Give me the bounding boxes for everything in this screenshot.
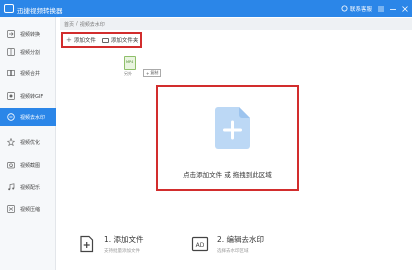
step-title: 2. 编辑去水印 — [217, 235, 265, 244]
optimize-icon — [7, 138, 15, 146]
video-convert-icon — [7, 30, 15, 38]
sidebar-item-video-music[interactable]: 视频配乐 — [0, 178, 56, 196]
folder-icon — [101, 37, 109, 43]
plus-icon: + — [66, 36, 72, 44]
file-drop-zone[interactable]: 点击添加文件 或 拖拽到此区域 — [156, 85, 299, 191]
drop-zone-text: 点击添加文件 或 拖拽到此区域 — [183, 171, 272, 179]
step-add-file: 1. 添加文件 支持批量添加文件 — [78, 233, 144, 255]
step-title: 1. 添加文件 — [104, 235, 144, 244]
sidebar-item-label: 视频截图 — [20, 162, 41, 169]
sidebar-item-label: 视频压缩 — [20, 206, 41, 213]
watermark-remove-icon — [7, 113, 15, 121]
sidebar-item-video-optimize[interactable]: 视频优化 — [0, 133, 56, 151]
add-folder-button[interactable]: 添加文件夹 — [101, 36, 139, 44]
sidebar-item-video-screenshot[interactable]: 视频截图 — [0, 156, 56, 174]
edit-watermark-icon: AD — [191, 236, 209, 252]
breadcrumb-current: 视频去水印 — [79, 21, 105, 28]
step-subtitle: 选择去水印区域 — [217, 249, 249, 254]
sidebar-item-label: 视频转GIF — [20, 93, 44, 100]
gif-icon — [7, 92, 15, 100]
sidebar-item-label: 视频分割 — [20, 49, 41, 56]
step-subtitle: 支持批量添加文件 — [104, 249, 140, 254]
file-toolbar: + 添加文件 添加文件夹 — [61, 32, 142, 48]
sidebar: 视频转换 视频分割 视频合并 视频转GIF 视频去水印 视频优化 视频截图 视频… — [0, 17, 56, 270]
app-title: 迅捷视频转换器 — [17, 7, 63, 15]
contact-support-label: 联系客服 — [349, 6, 372, 13]
breadcrumb: 首页 / 视频去水印 — [60, 18, 412, 30]
add-file-icon — [80, 235, 94, 253]
close-icon — [402, 5, 408, 12]
minimize-icon — [390, 8, 396, 10]
copy-label: 复制 — [150, 70, 159, 75]
file-extension: MP4 — [126, 60, 134, 64]
add-file-button[interactable]: + 添加文件 — [66, 36, 96, 44]
breadcrumb-separator: / — [76, 21, 78, 27]
breadcrumb-home-link[interactable]: 首页 — [64, 21, 74, 28]
title-bar: 迅捷视频转换器 联系客服 — [0, 0, 412, 17]
sidebar-item-video-compress[interactable]: 视频压缩 — [0, 200, 56, 218]
screenshot-icon — [7, 162, 15, 169]
add-file-large-icon — [215, 107, 250, 149]
video-merge-icon — [7, 70, 15, 76]
video-file-icon: MP4 — [124, 56, 136, 70]
sidebar-item-label: 视频转换 — [20, 31, 41, 38]
sidebar-item-video-convert[interactable]: 视频转换 — [0, 25, 56, 43]
contact-support-button[interactable]: 联系客服 — [341, 5, 372, 13]
sidebar-item-video-merge[interactable]: 视频合并 — [0, 64, 56, 82]
sidebar-item-video-to-gif[interactable]: 视频转GIF — [0, 87, 56, 105]
music-icon — [8, 183, 15, 191]
sidebar-item-video-split[interactable]: 视频分割 — [0, 43, 56, 61]
headset-icon — [341, 5, 348, 12]
video-split-icon — [7, 48, 15, 56]
svg-text:AD: AD — [196, 242, 205, 249]
sidebar-item-label: 视频配乐 — [20, 184, 41, 191]
sidebar-item-label: 视频合并 — [20, 70, 41, 77]
menu-button[interactable] — [378, 6, 384, 12]
file-item[interactable]: MP4 另外 — [124, 56, 138, 76]
add-file-label: 添加文件 — [73, 38, 96, 44]
close-button[interactable] — [402, 5, 408, 12]
sidebar-item-label: 视频优化 — [20, 139, 41, 146]
file-name: 另外 — [124, 71, 132, 76]
minimize-button[interactable] — [390, 6, 396, 12]
compress-icon — [7, 205, 15, 213]
sidebar-item-watermark-remove[interactable]: 视频去水印 — [0, 108, 56, 126]
menu-icon — [378, 6, 384, 11]
step-edit-watermark: AD 2. 编辑去水印 选择去水印区域 — [191, 233, 264, 255]
copy-button[interactable]: + 复制 — [143, 69, 162, 77]
title-bar-controls: 联系客服 — [341, 4, 408, 13]
sidebar-item-label: 视频去水印 — [20, 114, 46, 121]
app-logo-icon — [4, 4, 14, 13]
add-folder-label: 添加文件夹 — [110, 38, 139, 44]
plus-icon: + — [146, 70, 150, 76]
